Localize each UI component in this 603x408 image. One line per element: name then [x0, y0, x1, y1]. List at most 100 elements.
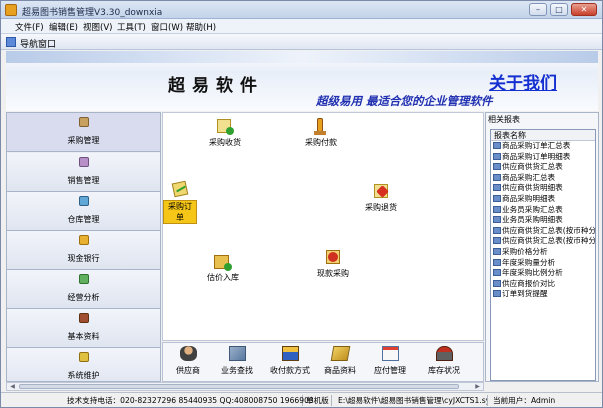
report-item[interactable]: 业务员采购汇总表 — [491, 205, 595, 216]
app-icon — [5, 4, 17, 16]
toolbar-inventory[interactable]: 库存状况 — [420, 346, 468, 376]
goods-data-icon — [330, 346, 350, 361]
report-item[interactable]: 采购价格分析 — [491, 247, 595, 258]
nav-basic-data[interactable]: 基本资料 — [7, 309, 160, 348]
status-support: 技术支持电话：020-82327296 85440935 QQ:40800875… — [67, 395, 314, 406]
nav-label: 现金银行 — [67, 254, 100, 263]
tab-bar: 导航窗口 — [1, 34, 602, 50]
report-label: 供应商供货汇总表(按币种分 — [502, 236, 595, 246]
report-item[interactable]: 年度采购量分析 — [491, 258, 595, 269]
menu-view[interactable]: 视图(V) — [83, 21, 112, 33]
menu-edit[interactable]: 编辑(E) — [49, 21, 78, 33]
nav-cash-bank[interactable]: 现金银行 — [7, 231, 160, 270]
scrollbar-thumb[interactable] — [19, 384, 459, 389]
menu-file[interactable]: 文件(F) — [15, 21, 44, 33]
brand-title: 超易软件 — [168, 76, 264, 96]
horizontal-scrollbar[interactable]: ◀ ▶ — [6, 382, 484, 391]
workflow-label: 采购退货 — [365, 203, 397, 212]
scroll-right-arrow-icon[interactable]: ▶ — [473, 383, 482, 390]
report-icon — [493, 152, 501, 160]
nav-sales[interactable]: 销售管理 — [7, 153, 160, 192]
report-label: 订单到货提醒 — [502, 289, 548, 299]
report-item[interactable]: 订单到货提醒 — [491, 289, 595, 300]
toolbar-payable[interactable]: 应付管理 — [366, 346, 414, 376]
toolbar-supplier[interactable]: 供应商 — [164, 346, 212, 376]
toolbar-label: 供应商 — [176, 366, 200, 375]
report-item[interactable]: 商品采购订单汇总表 — [491, 141, 595, 152]
report-icon — [493, 258, 501, 266]
report-label: 业务员采购汇总表 — [502, 204, 563, 214]
report-item[interactable]: 供应商供货汇总表(按币种分 — [491, 226, 595, 237]
report-label: 供应商供货明细表 — [502, 183, 563, 193]
report-icon — [493, 269, 501, 277]
workflow-panel: 采购收货 采购付款 采购订单 采购退货 估价入库 现款采购 — [162, 112, 484, 341]
title-bar[interactable]: 超易图书销售管理V3.30_downxia – □ ✕ — [1, 1, 602, 19]
report-label: 采购价格分析 — [502, 246, 548, 256]
report-label: 年度采购量分析 — [502, 257, 556, 267]
menu-tools[interactable]: 工具(T) — [117, 21, 146, 33]
workflow-cash-purchase[interactable]: 现款采购 — [313, 249, 353, 279]
toolbar-goods-data[interactable]: 商品资料 — [316, 346, 364, 376]
report-icon — [493, 290, 501, 298]
nav-label: 经营分析 — [67, 293, 100, 302]
workflow-estimate-stock-in[interactable]: 估价入库 — [203, 253, 243, 283]
report-icon — [493, 205, 501, 213]
purchase-return-icon — [372, 183, 390, 201]
report-label: 商品采购订单明细表 — [502, 151, 571, 161]
workflow-label: 现款采购 — [317, 269, 349, 278]
analysis-icon — [79, 274, 89, 284]
quick-toolbar: 供应商 业务查找 收付款方式 商品资料 应付管理 库存状况 — [162, 342, 484, 382]
banner-glow — [6, 51, 598, 63]
nav-purchase[interactable]: 采购管理 — [7, 113, 160, 152]
close-button[interactable]: ✕ — [571, 3, 597, 16]
tab-navigation[interactable]: 导航窗口 — [20, 37, 56, 50]
report-item[interactable]: 供应商供货明细表 — [491, 183, 595, 194]
status-path: E:\超易软件\超易图书销售管理\cyJXCTS1.sys — [338, 395, 488, 406]
workflow-purchase-order[interactable]: 采购订单 — [163, 180, 197, 224]
reports-title: 相关报表 — [488, 115, 520, 124]
basic-data-icon — [79, 313, 89, 323]
workflow-label: 采购订单 — [163, 200, 197, 224]
receive-goods-icon — [216, 118, 234, 136]
report-item[interactable]: 商品采购明细表 — [491, 194, 595, 205]
status-version: 单机版 — [306, 395, 332, 406]
nav-label: 系统维护 — [67, 371, 100, 380]
report-icon — [493, 226, 501, 234]
report-item[interactable]: 年度采购比例分析 — [491, 268, 595, 279]
nav-analysis[interactable]: 经营分析 — [7, 270, 160, 309]
toolbar-payment-method[interactable]: 收付款方式 — [264, 346, 316, 376]
supplier-icon — [179, 346, 197, 361]
workflow-label: 估价入库 — [207, 273, 239, 282]
nav-warehouse[interactable]: 仓库管理 — [7, 192, 160, 231]
menu-help[interactable]: 帮助(H) — [186, 21, 216, 33]
banner: 超易软件 关于我们 超级易用 最适合您的企业管理软件 — [6, 51, 598, 111]
minimize-button[interactable]: – — [529, 3, 547, 16]
report-item[interactable]: 商品采购汇总表 — [491, 173, 595, 184]
report-label: 供应商供货汇总表 — [502, 162, 563, 172]
purchase-order-icon — [171, 180, 189, 199]
report-item[interactable]: 供应商报价对比 — [491, 279, 595, 290]
app-window: 超易图书销售管理V3.30_downxia – □ ✕ 文件(F) 编辑(E) … — [0, 0, 603, 408]
reports-column-header[interactable]: 报表名称 — [491, 130, 595, 141]
inventory-icon — [435, 346, 453, 361]
nav-maintenance[interactable]: 系统维护 — [7, 348, 160, 381]
toolbar-business-search[interactable]: 业务查找 — [213, 346, 261, 376]
workflow-receive-goods[interactable]: 采购收货 — [205, 118, 245, 148]
workflow-purchase-return[interactable]: 采购退货 — [361, 183, 401, 213]
cash-bank-icon — [79, 235, 89, 245]
toolbar-label: 商品资料 — [324, 366, 356, 375]
scroll-left-arrow-icon[interactable]: ◀ — [8, 383, 17, 390]
report-item[interactable]: 供应商供货汇总表 — [491, 162, 595, 173]
nav-label: 采购管理 — [67, 136, 100, 145]
menu-bar: 文件(F) 编辑(E) 视图(V) 工具(T) 窗口(W) 帮助(H) — [1, 19, 602, 34]
workflow-payment[interactable]: 采购付款 — [301, 118, 341, 148]
report-item[interactable]: 商品采购订单明细表 — [491, 152, 595, 163]
maximize-button[interactable]: □ — [550, 3, 568, 16]
status-user: 当前用户：Admin — [493, 396, 556, 405]
slogan: 超级易用 最适合您的企业管理软件 — [316, 94, 493, 108]
report-item[interactable]: 业务员采购明细表 — [491, 215, 595, 226]
report-item[interactable]: 供应商供货汇总表(按币种分 — [491, 236, 595, 247]
menu-window[interactable]: 窗口(W) — [151, 21, 183, 33]
about-us-link[interactable]: 关于我们 — [489, 69, 557, 94]
payable-icon — [381, 346, 399, 361]
